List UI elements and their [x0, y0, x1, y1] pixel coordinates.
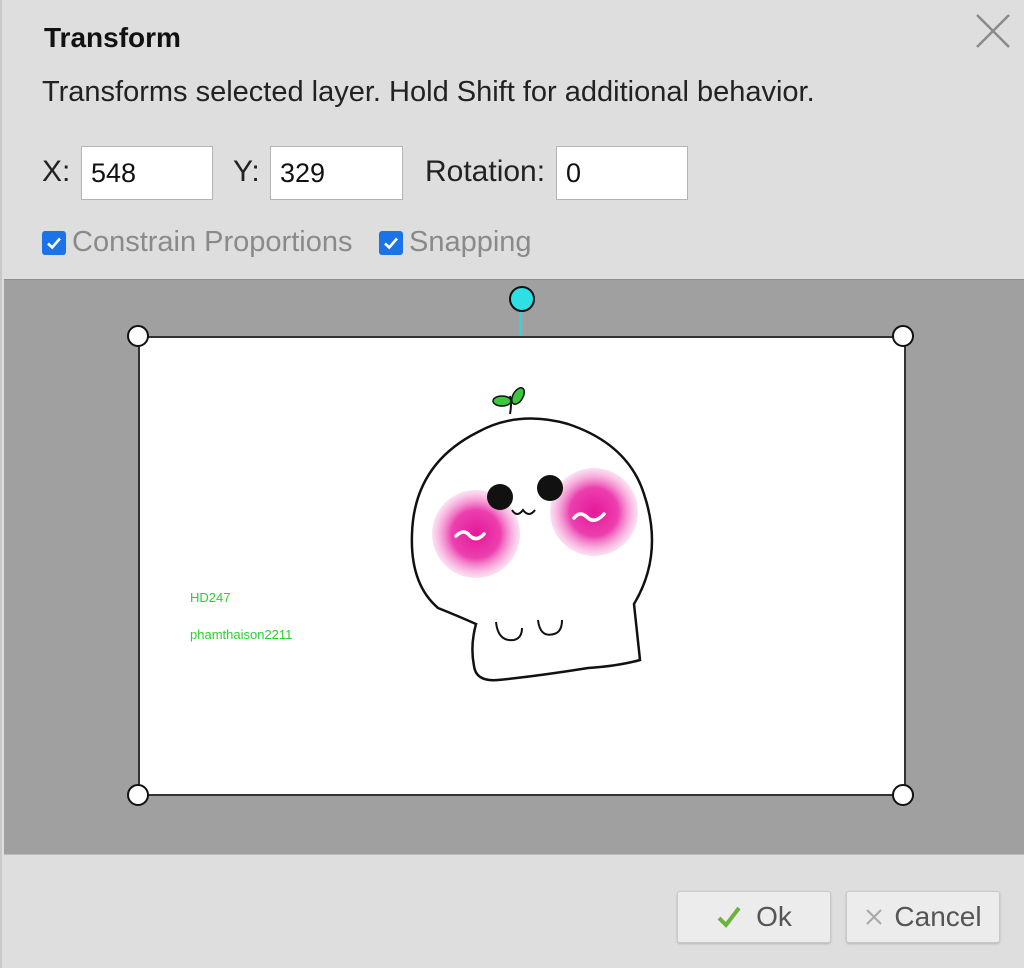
rotation-input[interactable]	[556, 146, 688, 200]
close-icon	[976, 14, 1010, 48]
dialog-title: Transform	[44, 22, 181, 53]
checkmark-icon	[384, 237, 398, 249]
ok-button[interactable]: Ok	[677, 891, 831, 943]
transform-preview-area: HD247 phamthaison2211	[4, 279, 1024, 855]
resize-handle-bottom-right[interactable]	[892, 784, 914, 806]
constrain-proportions-checkbox[interactable]: Constrain Proportions	[42, 226, 352, 259]
checkbox-checked-icon[interactable]	[379, 230, 403, 255]
dialog-description: Transforms selected layer. Hold Shift fo…	[42, 76, 815, 108]
rotation-label: Rotation:	[425, 155, 546, 188]
resize-handle-top-right[interactable]	[892, 325, 914, 347]
snapping-label: Snapping	[409, 226, 532, 258]
x-label: X:	[42, 155, 71, 188]
transform-dialog: Transform Transforms selected layer. Hol…	[0, 0, 1024, 968]
x-icon	[864, 907, 884, 927]
y-label: Y:	[233, 155, 260, 188]
rotation-connector	[519, 310, 522, 337]
layer-preview[interactable]: HD247 phamthaison2211	[138, 336, 906, 796]
cancel-button-label: Cancel	[894, 901, 982, 932]
resize-handle-top-left[interactable]	[127, 325, 149, 347]
ok-button-label: Ok	[756, 901, 792, 932]
resize-handle-bottom-left[interactable]	[127, 784, 149, 806]
ghost-sticker-image	[410, 387, 654, 682]
checkmark-icon	[47, 237, 61, 249]
close-button[interactable]	[972, 10, 1014, 52]
watermark-text: phamthaison2211	[190, 627, 293, 642]
cancel-button[interactable]: Cancel	[846, 891, 1000, 943]
watermark-text: HD247	[190, 590, 231, 605]
rotation-handle[interactable]	[509, 286, 535, 312]
snapping-checkbox[interactable]: Snapping	[379, 226, 532, 259]
checkbox-checked-icon[interactable]	[42, 230, 66, 255]
x-input[interactable]	[81, 146, 213, 200]
checkmark-icon	[716, 904, 742, 930]
y-input[interactable]	[270, 146, 403, 200]
constrain-proportions-label: Constrain Proportions	[72, 226, 353, 258]
